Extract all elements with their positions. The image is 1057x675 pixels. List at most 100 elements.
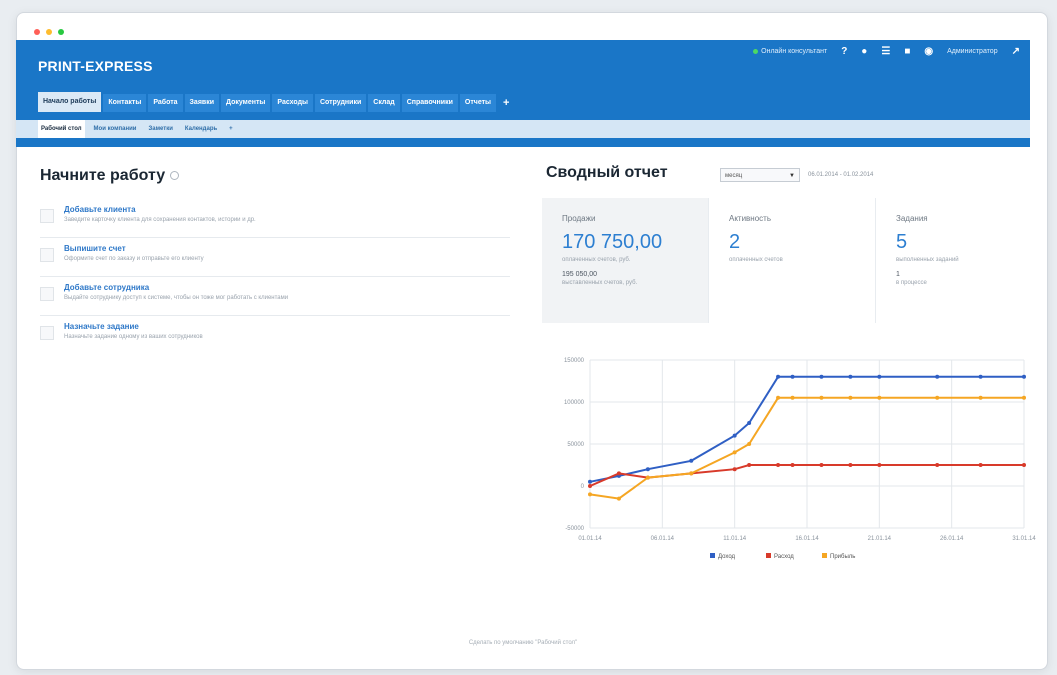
data-point bbox=[732, 450, 737, 455]
task-title-link[interactable]: Назначьте задание bbox=[64, 322, 139, 331]
data-point bbox=[747, 442, 752, 446]
x-tick-label: 21.01.14 bbox=[868, 536, 892, 542]
x-tick-label: 16.01.14 bbox=[795, 536, 819, 542]
stats-panel: Продажи 170 750,00 оплаченных счетов, ру… bbox=[542, 198, 1042, 323]
date-range[interactable]: 06.01.2014 - 01.02.2014 bbox=[808, 172, 873, 178]
user-icon[interactable]: ● bbox=[861, 46, 867, 57]
brand-logo[interactable]: PRINT-EXPRESS bbox=[38, 58, 153, 74]
add-subtab-button[interactable]: + bbox=[226, 120, 236, 138]
legend-swatch bbox=[710, 553, 715, 558]
stat-value: 170 750,00 bbox=[562, 231, 663, 253]
data-point bbox=[689, 471, 694, 476]
data-point bbox=[790, 463, 795, 467]
subtab-calendar[interactable]: Календарь bbox=[182, 120, 220, 138]
task-checkbox[interactable] bbox=[40, 248, 54, 262]
tab-expenses[interactable]: Расходы bbox=[272, 94, 313, 112]
help-icon[interactable]: ◉ bbox=[924, 46, 933, 57]
stat-activity[interactable]: Активность 2 оплаченных счетов bbox=[709, 198, 876, 323]
pages-icon[interactable]: ■ bbox=[904, 46, 910, 57]
stat-sublabel: оплаченных счетов bbox=[729, 257, 783, 263]
data-point bbox=[848, 463, 853, 467]
maximize-dot[interactable] bbox=[58, 29, 64, 35]
period-select[interactable]: месяц ▼ bbox=[720, 168, 800, 182]
task-item[interactable]: Добавьте сотрудника Выдайте сотруднику д… bbox=[40, 276, 510, 315]
logout-icon[interactable]: ↗ bbox=[1012, 46, 1020, 57]
task-checkbox[interactable] bbox=[40, 287, 54, 301]
data-point bbox=[588, 492, 592, 497]
data-point bbox=[819, 395, 824, 400]
stat-secondary-label: в процессе bbox=[896, 280, 927, 286]
data-point bbox=[747, 421, 752, 425]
data-point bbox=[978, 463, 983, 467]
task-description: Назначьте задание одному из ваших сотруд… bbox=[64, 334, 203, 340]
data-point bbox=[776, 374, 781, 379]
data-point bbox=[790, 374, 795, 379]
stat-secondary-value: 195 050,00 bbox=[562, 271, 598, 278]
stat-sales[interactable]: Продажи 170 750,00 оплаченных счетов, ру… bbox=[542, 198, 709, 323]
x-tick-label: 11.01.14 bbox=[723, 536, 747, 542]
online-consultant-label: Онлайн консультант bbox=[761, 48, 828, 55]
subtab-desktop[interactable]: Рабочий стол bbox=[38, 120, 85, 138]
tab-employees[interactable]: Сотрудники bbox=[315, 94, 367, 112]
data-point bbox=[1022, 463, 1026, 467]
add-tab-button[interactable]: + bbox=[498, 94, 514, 112]
data-point bbox=[776, 395, 781, 400]
data-point bbox=[935, 463, 940, 467]
y-tick-label: 100000 bbox=[564, 400, 585, 406]
x-tick-label: 01.01.14 bbox=[578, 536, 602, 542]
task-checkbox[interactable] bbox=[40, 209, 54, 223]
stat-tasks[interactable]: Задания 5 выполненных заданий 1 в процес… bbox=[876, 198, 1042, 323]
stat-value: 5 bbox=[896, 231, 908, 253]
summary-line-chart: -50000 0 50000 100000 150000 01.01.14 06.01.14… bbox=[564, 358, 1036, 560]
stat-label: Активность bbox=[729, 214, 772, 223]
tab-contacts[interactable]: Контакты bbox=[103, 94, 147, 112]
tab-directories[interactable]: Справочники bbox=[401, 94, 458, 112]
stat-sublabel: выполненных заданий bbox=[896, 257, 959, 263]
stat-value: 2 bbox=[729, 231, 741, 253]
stat-label: Задания bbox=[896, 214, 928, 223]
report-title: Сводный отчет bbox=[546, 164, 668, 181]
tab-work[interactable]: Работа bbox=[148, 94, 183, 112]
set-default-link[interactable]: Сделать по умолчанию "Рабочий стол" bbox=[16, 640, 1030, 646]
tab-requests[interactable]: Заявки bbox=[184, 94, 220, 112]
y-tick-label: -50000 bbox=[565, 526, 584, 532]
period-select-value: месяц bbox=[725, 173, 743, 179]
online-consultant[interactable]: Онлайн консультант bbox=[753, 48, 827, 55]
subtab-my-companies[interactable]: Мои компании bbox=[91, 120, 140, 138]
task-description: Выдайте сотруднику доступ к системе, что… bbox=[64, 295, 289, 301]
admin-link[interactable]: Администратор bbox=[947, 48, 998, 55]
minimize-dot[interactable] bbox=[46, 29, 52, 35]
tab-reports[interactable]: Отчеты bbox=[459, 94, 497, 112]
data-point bbox=[848, 395, 853, 400]
data-point bbox=[935, 395, 940, 400]
task-item[interactable]: Назначьте задание Назначьте задание одно… bbox=[40, 315, 510, 354]
data-point bbox=[588, 484, 592, 488]
tab-documents[interactable]: Документы bbox=[221, 94, 271, 112]
data-point bbox=[790, 395, 795, 400]
data-point bbox=[732, 467, 737, 472]
tab-start[interactable]: Начало работы bbox=[38, 92, 102, 112]
x-tick-label: 06.01.14 bbox=[651, 536, 675, 542]
task-description: Оформите счет по заказу и отправьте его … bbox=[64, 256, 204, 262]
task-checkbox[interactable] bbox=[40, 326, 54, 340]
y-tick-label: 0 bbox=[581, 484, 585, 490]
task-title-link[interactable]: Выпишите счет bbox=[64, 244, 126, 253]
data-point bbox=[776, 463, 781, 467]
tab-warehouse[interactable]: Склад bbox=[368, 94, 400, 112]
data-point bbox=[819, 463, 824, 467]
task-title-link[interactable]: Добавьте сотрудника bbox=[64, 283, 149, 292]
list-icon[interactable]: ☰ bbox=[881, 46, 890, 57]
task-item[interactable]: Добавьте клиента Заведите карточку клиен… bbox=[40, 199, 510, 237]
legend-swatch bbox=[822, 553, 827, 558]
data-point bbox=[935, 374, 940, 379]
data-point bbox=[645, 475, 650, 480]
close-dot[interactable] bbox=[34, 29, 40, 35]
question-icon[interactable]: ? bbox=[841, 46, 847, 57]
task-title-link[interactable]: Добавьте клиента bbox=[64, 205, 136, 214]
subtab-notes[interactable]: Заметки bbox=[145, 120, 175, 138]
task-list: Добавьте клиента Заведите карточку клиен… bbox=[40, 199, 510, 354]
task-item[interactable]: Выпишите счет Оформите счет по заказу и … bbox=[40, 237, 510, 276]
data-point bbox=[689, 458, 694, 463]
data-point bbox=[877, 463, 882, 467]
data-point bbox=[978, 374, 983, 379]
